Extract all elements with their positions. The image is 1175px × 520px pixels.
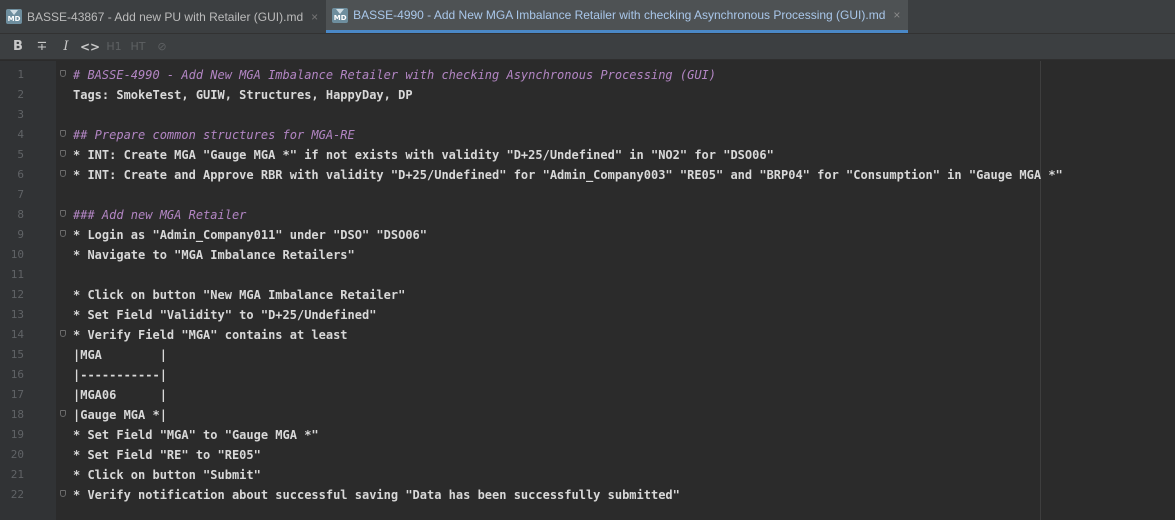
editor-line[interactable]: 17 |MGA06 | — [0, 385, 1175, 405]
editor-line[interactable]: 9 * Login as "Admin_Company011" under "DS… — [0, 225, 1175, 245]
line-number: 15 — [10, 348, 24, 361]
line-number: 18 — [10, 408, 24, 421]
editor-line[interactable]: 13 * Set Field "Validity" to "D+25/Undefi… — [0, 305, 1175, 325]
editor-line[interactable]: 12 * Click on button "New MGA Imbalance R… — [0, 285, 1175, 305]
editor-line[interactable]: 2 Tags: SmokeTest, GUIW, Structures, Happ… — [0, 85, 1175, 105]
tab-bar: MD BASSE-43867 - Add new PU with Retaile… — [0, 0, 1175, 34]
header-1-button[interactable]: H1 — [102, 36, 126, 58]
link-button[interactable]: ⊘ — [150, 36, 174, 58]
editor-line[interactable]: 4 ## Prepare common structures for MGA-RE — [0, 125, 1175, 145]
line-text: * INT: Create and Approve RBR with valid… — [73, 168, 1063, 182]
line-number: 22 — [10, 488, 24, 501]
code-button[interactable]: <> — [78, 36, 102, 58]
line-text: * Set Field "RE" to "RE05" — [73, 448, 261, 462]
fold-marker-icon[interactable] — [60, 170, 66, 177]
markdown-toolbar: B ∓ I <> H1 HT ⊘ — [0, 34, 1175, 60]
editor-line[interactable]: 15 |MGA | — [0, 345, 1175, 365]
editor-line[interactable]: 8 ### Add new MGA Retailer — [0, 205, 1175, 225]
line-text: * INT: Create MGA "Gauge MGA *" if not e… — [73, 148, 774, 162]
fold-marker-icon[interactable] — [60, 150, 66, 157]
fold-marker-icon[interactable] — [60, 130, 66, 137]
tab-basse-43867[interactable]: MD BASSE-43867 - Add new PU with Retaile… — [0, 0, 326, 33]
editor-line[interactable]: 14 * Verify Field "MGA" contains at least — [0, 325, 1175, 345]
italic-button[interactable]: I — [54, 36, 78, 58]
line-number: 17 — [10, 388, 24, 401]
line-number: 4 — [17, 128, 24, 141]
editor-line[interactable]: 20 * Set Field "RE" to "RE05" — [0, 445, 1175, 465]
line-number: 21 — [10, 468, 24, 481]
editor-line[interactable]: 11 — [0, 265, 1175, 285]
line-number: 10 — [10, 248, 24, 261]
editor-line[interactable]: 6 * INT: Create and Approve RBR with vali… — [0, 165, 1175, 185]
line-text: * Set Field "MGA" to "Gauge MGA *" — [73, 428, 319, 442]
line-text: * Login as "Admin_Company011" under "DSO… — [73, 228, 428, 242]
line-number: 6 — [17, 168, 24, 181]
line-text: * Verify notification about successful s… — [73, 488, 680, 502]
tab-basse-4990[interactable]: MD BASSE-4990 - Add New MGA Imbalance Re… — [326, 0, 909, 33]
markdown-heading-text: ### Add new MGA Retailer — [73, 208, 247, 222]
editor-line[interactable]: 16 |-----------| — [0, 365, 1175, 385]
line-text: * Set Field "Validity" to "D+25/Undefine… — [73, 308, 377, 322]
editor-line[interactable]: 22 * Verify notification about successful… — [0, 485, 1175, 505]
line-number: 2 — [17, 88, 24, 101]
line-number: 14 — [10, 328, 24, 341]
line-number: 9 — [17, 228, 24, 241]
line-text: |MGA06 | — [73, 388, 167, 402]
markdown-file-icon: MD — [6, 9, 22, 24]
header-2-button[interactable]: HT — [126, 36, 150, 58]
fold-marker-icon[interactable] — [60, 230, 66, 237]
line-text: * Click on button "Submit" — [73, 468, 261, 482]
editor-line[interactable]: 19 * Set Field "MGA" to "Gauge MGA *" — [0, 425, 1175, 445]
line-number: 20 — [10, 448, 24, 461]
editor-line[interactable]: 18 |Gauge MGA *| — [0, 405, 1175, 425]
line-number: 3 — [17, 108, 24, 121]
markdown-file-icon: MD — [332, 7, 349, 23]
line-text: |MGA | — [73, 348, 167, 362]
fold-marker-icon[interactable] — [60, 210, 66, 217]
tab-label: BASSE-43867 - Add new PU with Retailer (… — [27, 9, 304, 24]
fold-marker-icon[interactable] — [60, 490, 66, 497]
line-number: 13 — [10, 308, 24, 321]
bold-button[interactable]: B — [6, 36, 30, 58]
fold-marker-icon[interactable] — [60, 330, 66, 337]
line-number: 12 — [10, 288, 24, 301]
line-number: 8 — [17, 208, 24, 221]
fold-marker-icon[interactable] — [60, 410, 66, 417]
line-number: 1 — [17, 68, 24, 81]
line-text: |Gauge MGA *| — [73, 408, 167, 422]
editor-line[interactable]: 21 * Click on button "Submit" — [0, 465, 1175, 485]
close-icon[interactable]: × — [311, 10, 318, 24]
markdown-heading-text: ## Prepare common structures for MGA-RE — [73, 128, 355, 142]
tab-label: BASSE-4990 - Add New MGA Imbalance Retai… — [353, 8, 886, 22]
markdown-heading-text: # BASSE-4990 - Add New MGA Imbalance Ret… — [73, 68, 716, 82]
line-number: 11 — [10, 268, 24, 281]
code-editor[interactable]: 1 # BASSE-4990 - Add New MGA Imbalance Re… — [0, 61, 1175, 520]
line-text: Tags: SmokeTest, GUIW, Structures, Happy… — [73, 88, 413, 102]
line-text: * Click on button "New MGA Imbalance Ret… — [73, 288, 406, 302]
ide-window: { "tabs": [ {"label": "BASSE-43867 - Add… — [0, 0, 1175, 520]
editor-line[interactable]: 3 — [0, 105, 1175, 125]
line-text: * Verify Field "MGA" contains at least — [73, 328, 348, 342]
editor-line[interactable]: 5 * INT: Create MGA "Gauge MGA *" if not … — [0, 145, 1175, 165]
editor-line[interactable]: 7 — [0, 185, 1175, 205]
line-text: * Navigate to "MGA Imbalance Retailers" — [73, 248, 355, 262]
line-number: 16 — [10, 368, 24, 381]
line-number: 7 — [17, 188, 24, 201]
editor-line[interactable]: 10 * Navigate to "MGA Imbalance Retailers… — [0, 245, 1175, 265]
line-number: 19 — [10, 428, 24, 441]
close-icon[interactable]: × — [893, 8, 900, 22]
editor-line[interactable]: 1 # BASSE-4990 - Add New MGA Imbalance Re… — [0, 65, 1175, 85]
strikethrough-button[interactable]: ∓ — [30, 36, 54, 58]
line-text: |-----------| — [73, 368, 167, 382]
line-number: 5 — [17, 148, 24, 161]
fold-marker-icon[interactable] — [60, 70, 66, 77]
